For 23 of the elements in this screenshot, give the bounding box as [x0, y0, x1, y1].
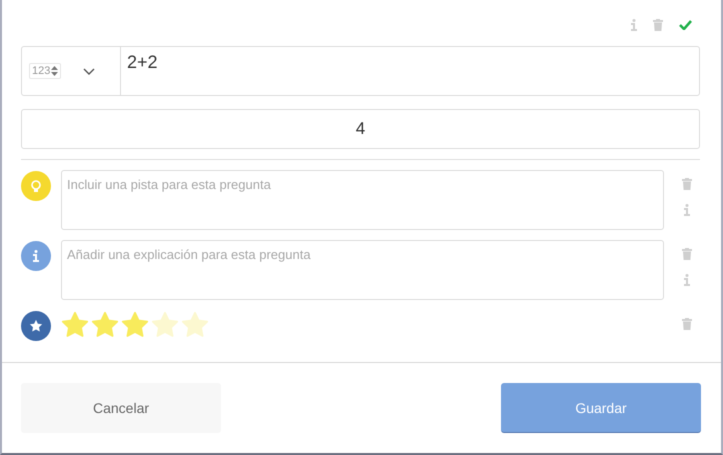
- chevron-down-icon[interactable]: [83, 68, 96, 74]
- trash-icon[interactable]: [682, 318, 692, 330]
- check-icon[interactable]: [679, 20, 692, 30]
- star-icon[interactable]: [181, 311, 209, 339]
- up-down-arrows-icon: [51, 66, 58, 76]
- hint-field[interactable]: Incluir una pista para esta pregunta: [61, 170, 664, 230]
- trash-icon[interactable]: [653, 19, 663, 31]
- info-icon[interactable]: [631, 19, 637, 31]
- star-icon[interactable]: [61, 311, 89, 339]
- info-icon: [21, 241, 51, 271]
- number-type-select[interactable]: 123: [29, 63, 62, 79]
- info-icon[interactable]: [684, 204, 690, 216]
- trash-icon[interactable]: [682, 248, 692, 260]
- trash-icon[interactable]: [682, 178, 692, 190]
- star-icon[interactable]: [121, 311, 149, 339]
- info-icon[interactable]: [684, 274, 690, 286]
- lightbulb-icon: [21, 171, 51, 201]
- cancel-button[interactable]: Cancelar: [21, 383, 221, 433]
- star-icon[interactable]: [151, 311, 179, 339]
- answer-field[interactable]: 4: [21, 109, 700, 149]
- expression-field[interactable]: 123 2+2: [21, 46, 700, 96]
- star-icon[interactable]: [91, 311, 119, 339]
- explanation-field[interactable]: Añadir una explicación para esta pregunta: [61, 240, 664, 300]
